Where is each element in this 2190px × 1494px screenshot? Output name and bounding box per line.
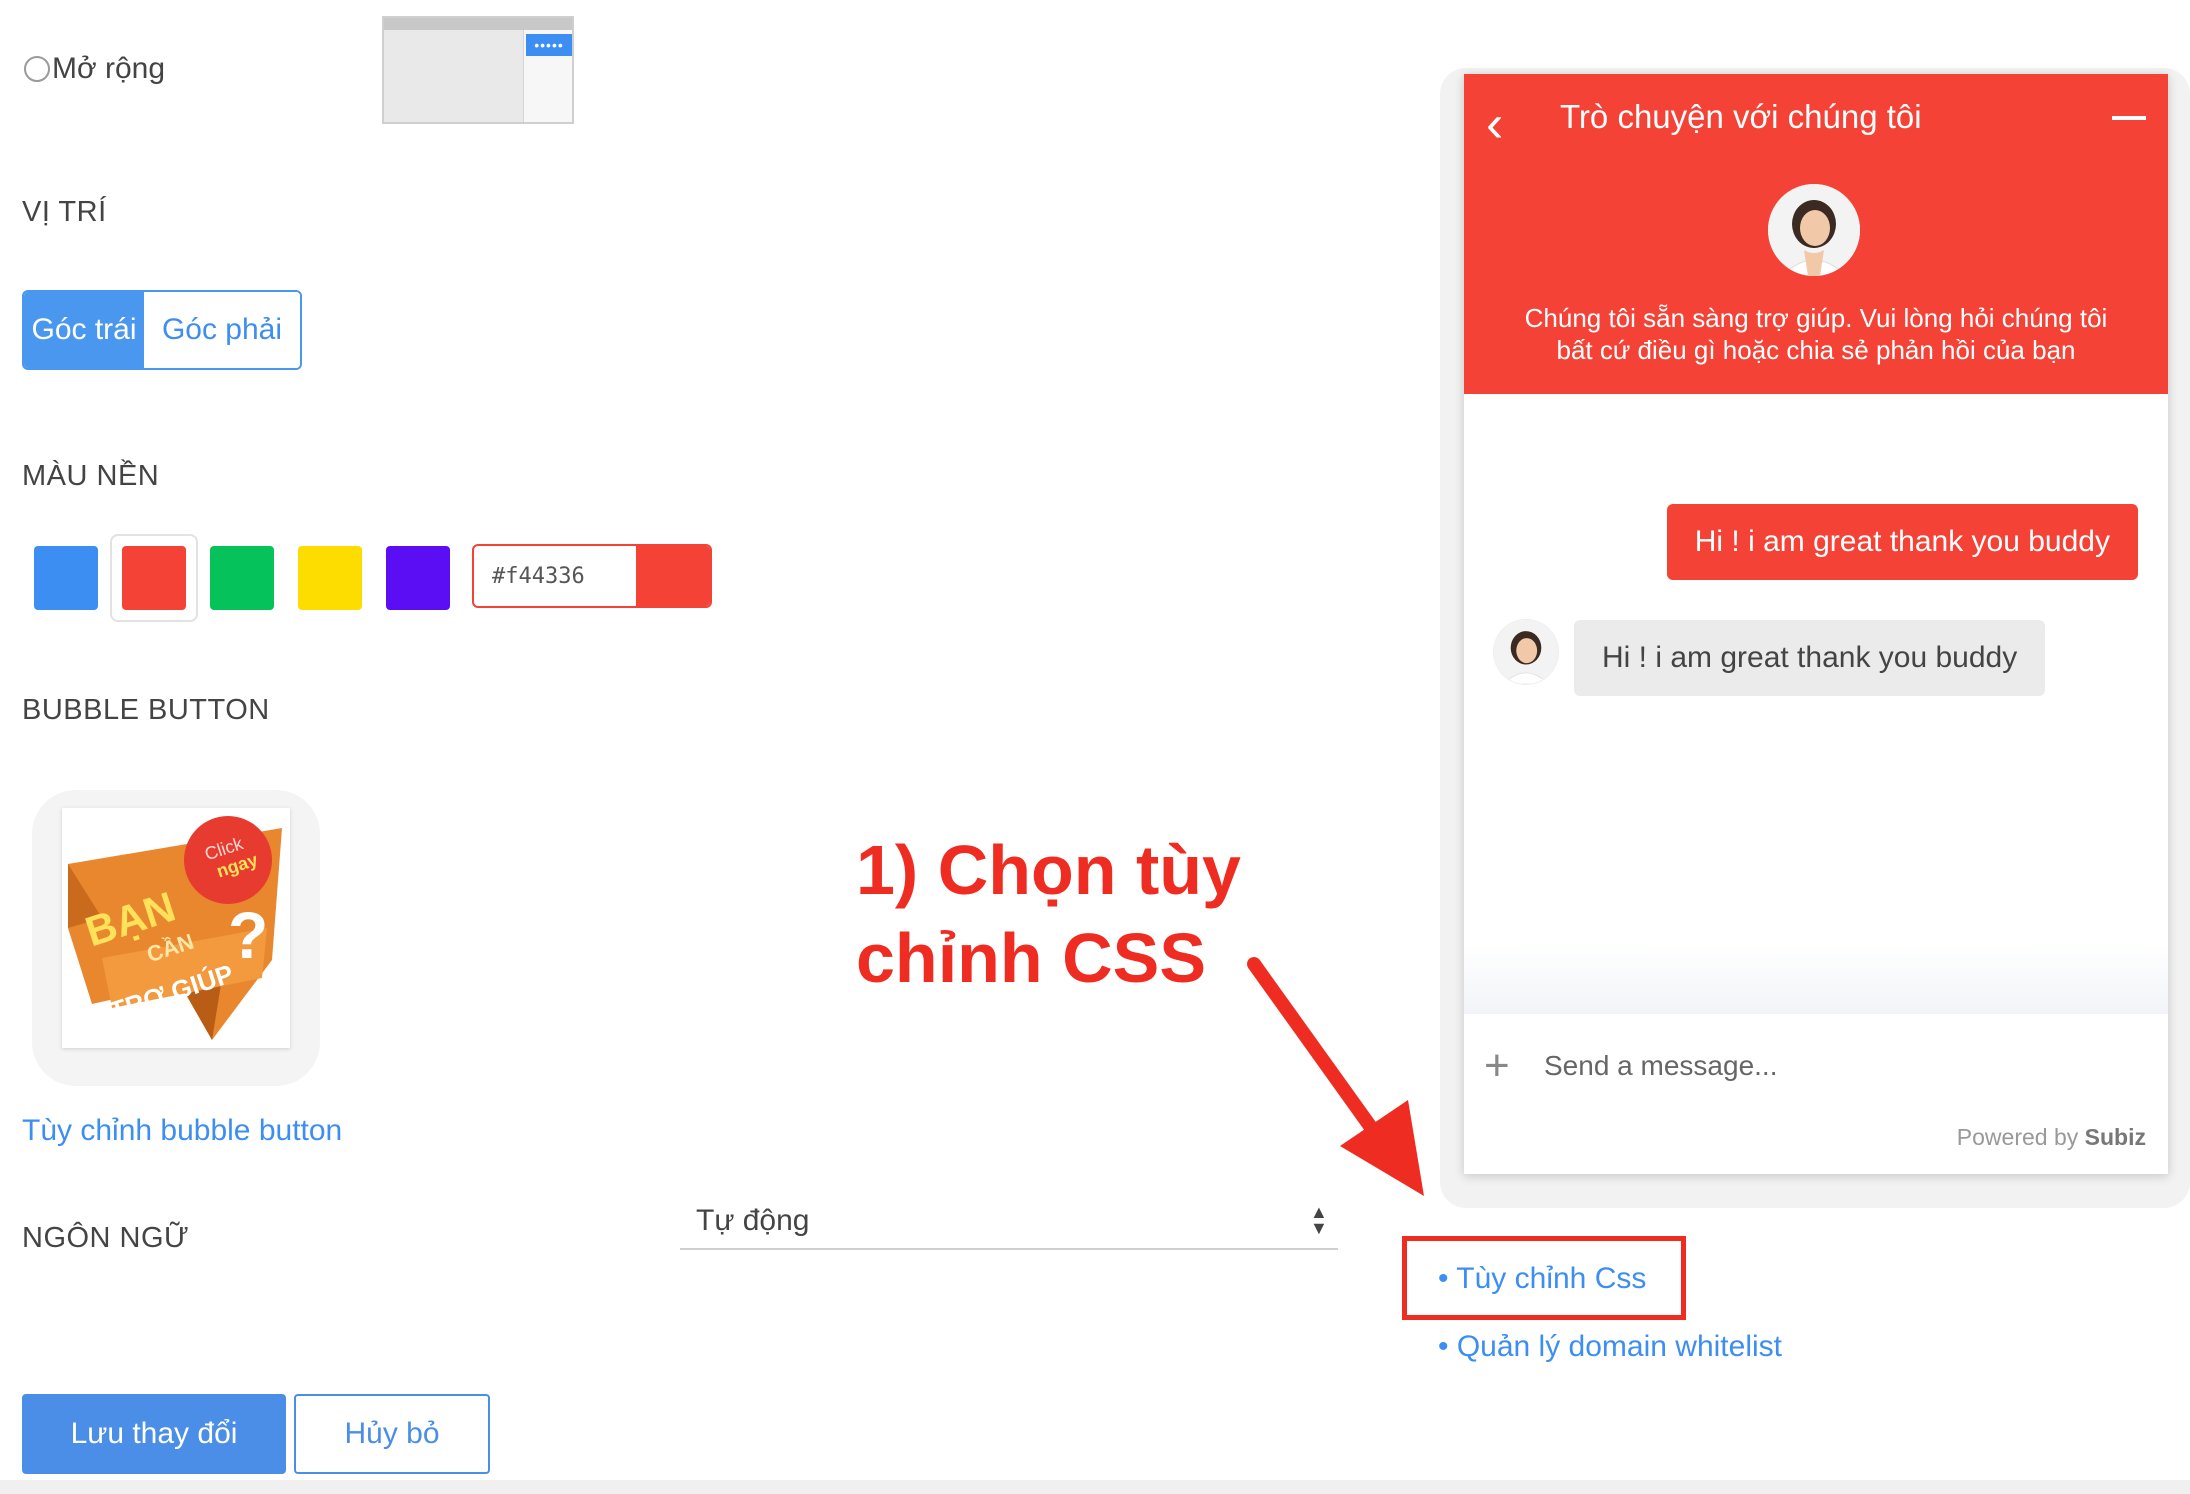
message-composer: + Send a message... Powered by Subiz — [1464, 1024, 2168, 1174]
custom-css-link[interactable]: • Tùy chỉnh Css — [1438, 1262, 1646, 1296]
position-section-label: VỊ TRÍ — [22, 196, 107, 228]
language-section-label: NGÔN NGỮ — [22, 1222, 190, 1254]
chat-title: Trò chuyện với chúng tôi — [1560, 98, 1922, 135]
bottom-divider — [0, 1480, 2190, 1494]
bubble-section-label: BUBBLE BUTTON — [22, 694, 270, 726]
chat-intro-text: Chúng tôi sẵn sàng trợ giúp. Vui lòng hỏ… — [1524, 303, 2108, 365]
customize-bubble-link[interactable]: Tùy chỉnh bubble button — [22, 1114, 342, 1148]
agent-message-bubble: Hi ! i am great thank you buddy — [1574, 620, 2046, 696]
color-swatch-blue[interactable] — [34, 546, 98, 610]
agent-avatar-image — [1768, 184, 1860, 276]
position-right-button[interactable]: Góc phải — [144, 292, 300, 368]
position-left-button[interactable]: Góc trái — [24, 292, 144, 368]
attach-plus-icon[interactable]: + — [1484, 1044, 1510, 1088]
domain-whitelist-link[interactable]: • Quản lý domain whitelist — [1438, 1330, 1782, 1364]
language-select-value: Tự động — [696, 1204, 810, 1237]
expand-label: Mở rộng — [52, 52, 166, 85]
subiz-brand: Subiz — [2084, 1124, 2146, 1150]
back-arrow-icon[interactable]: ‹ — [1486, 98, 1503, 150]
chat-widget-preview: ‹ Trò chuyện với chúng tôi Chúng tôi sẵn… — [1464, 74, 2168, 1174]
expand-layout-thumbnail[interactable]: ••••• — [382, 16, 574, 124]
message-input[interactable]: Send a message... — [1544, 1050, 1777, 1082]
position-toggle-group: Góc trái Góc phải — [22, 290, 302, 370]
thumbnail-sidebar-header: ••••• — [526, 34, 572, 56]
chat-fade-divider — [1464, 944, 2168, 1014]
visitor-message-bubble: Hi ! i am great thank you buddy — [1666, 504, 2138, 580]
expand-radio[interactable] — [24, 56, 50, 82]
layout-option-expand[interactable]: Mở rộng — [24, 52, 165, 86]
chat-header: ‹ Trò chuyện với chúng tôi Chúng tôi sẵn… — [1464, 74, 2168, 394]
hex-color-input[interactable]: #f44336 — [472, 544, 712, 608]
help-banner-icon: Click ngay BẠN CẦN TRỢ GIÚP ? — [68, 816, 282, 1040]
color-swatch-red[interactable] — [122, 546, 186, 610]
color-swatch-green[interactable] — [210, 546, 274, 610]
bubble-button-image[interactable]: Click ngay BẠN CẦN TRỢ GIÚP ? — [62, 808, 290, 1048]
agent-avatar — [1768, 184, 1860, 276]
save-changes-button[interactable]: Lưu thay đổi — [22, 1394, 286, 1474]
color-swatch-purple[interactable] — [386, 546, 450, 610]
thumbnail-titlebar — [384, 18, 572, 30]
minimize-icon[interactable] — [2112, 116, 2146, 120]
background-section-label: MÀU NỀN — [22, 460, 160, 492]
message-avatar-image — [1494, 620, 1558, 684]
annotation-arrow-icon — [1247, 957, 1424, 1196]
color-swatch-yellow[interactable] — [298, 546, 362, 610]
hex-color-preview[interactable] — [636, 546, 710, 606]
svg-text:?: ? — [228, 898, 268, 972]
message-agent-avatar — [1494, 620, 1558, 684]
powered-by-label[interactable]: Powered by Subiz — [1957, 1124, 2146, 1151]
cancel-button[interactable]: Hủy bỏ — [294, 1394, 490, 1474]
hex-color-value[interactable]: #f44336 — [474, 546, 636, 606]
